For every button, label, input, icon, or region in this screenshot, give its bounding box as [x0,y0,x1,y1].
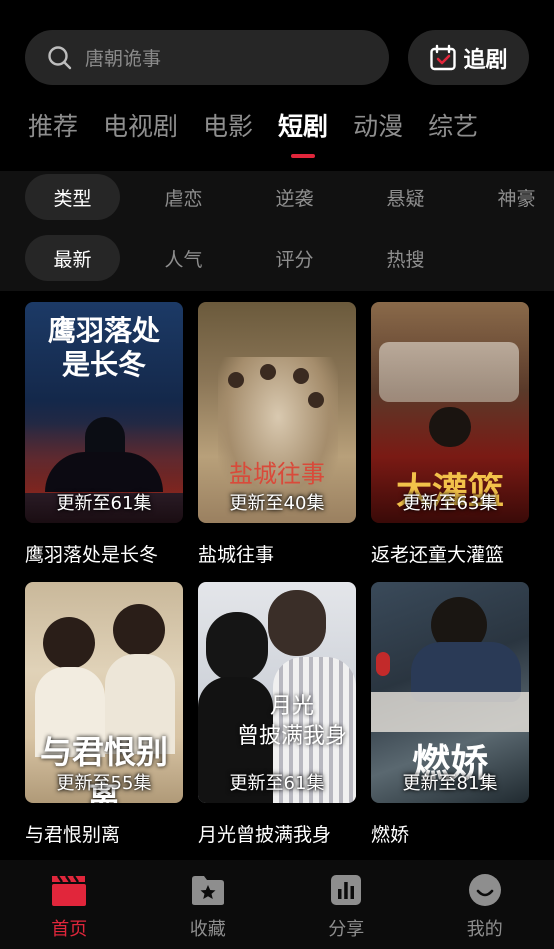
nav-share[interactable]: 分享 [277,860,416,949]
update-badge: 更新至61集 [56,493,152,514]
show-card[interactable]: 盐城往事 更新至40集 盐城往事 [198,302,356,567]
tab-tv-series[interactable]: 电视剧 [103,108,178,146]
calendar-check-icon [430,44,457,70]
nav-profile-label: 我的 [466,919,503,940]
show-poster[interactable]: 大灌篮 更新至63集 [371,302,529,523]
follow-label: 追剧 [463,47,508,73]
update-badge: 更新至40集 [229,493,325,514]
folder-star-icon [191,876,224,905]
show-poster[interactable]: 盐城往事 更新至40集 [198,302,356,523]
show-title: 燃娇 [371,824,410,846]
search-bar[interactable]: 唐朝诡事 [25,30,389,85]
category-tabs: 推荐 电视剧 电影 短剧 动漫 综艺 [28,108,503,158]
type-filter-row: 类型 虐恋 逆袭 悬疑 神豪 [25,174,554,220]
show-poster[interactable]: 鹰羽落处 是长冬 更新至61集 [25,302,183,523]
show-title: 返老还童大灌篮 [371,544,505,566]
show-poster[interactable]: 月光 曾披满我身 更新至61集 [198,582,356,803]
sort-popular[interactable]: 人气 [136,235,231,281]
show-poster[interactable]: 与君恨别离 更新至55集 [25,582,183,803]
smiley-icon [468,874,501,906]
nav-favorites[interactable]: 收藏 [139,860,278,949]
show-card[interactable]: 燃娇 更新至81集 燃娇 [371,582,529,847]
tab-movies[interactable]: 电影 [203,108,253,146]
update-badge: 更新至55集 [56,773,152,794]
poster-title: 鹰羽落处 是长冬 [47,314,160,381]
sort-filter-row: 最新 人气 评分 热搜 [25,235,469,281]
show-title: 与君恨别离 [25,824,121,846]
filter-panel: 类型 虐恋 逆袭 悬疑 神豪 最新 人气 评分 热搜 [0,171,554,291]
nav-home-label: 首页 [51,919,88,940]
filter-tycoon[interactable]: 神豪 [469,174,554,220]
show-title: 月光曾披满我身 [198,824,332,846]
tab-recommend[interactable]: 推荐 [28,108,78,146]
sort-latest[interactable]: 最新 [25,235,120,281]
filter-romance-angst[interactable]: 虐恋 [136,174,231,220]
follow-button[interactable]: 追剧 [408,30,529,85]
update-badge: 更新至63集 [402,493,498,514]
clapperboard-icon [52,875,87,906]
filter-type[interactable]: 类型 [25,174,120,220]
show-title: 盐城往事 [198,544,275,566]
bar-chart-icon [331,875,362,905]
show-card[interactable]: 月光 曾披满我身 更新至61集 月光曾披满我身 [198,582,356,847]
sort-trending[interactable]: 热搜 [358,235,453,281]
nav-share-label: 分享 [328,919,365,940]
show-card[interactable]: 大灌篮 更新至63集 返老还童大灌篮 [371,302,529,567]
sort-rating[interactable]: 评分 [247,235,342,281]
nav-home[interactable]: 首页 [0,860,139,949]
filter-suspense[interactable]: 悬疑 [358,174,453,220]
tab-anime[interactable]: 动漫 [353,108,403,146]
tab-short-drama[interactable]: 短剧 [278,108,328,158]
bottom-nav: 首页 收藏 分享 我的 [0,860,554,949]
update-badge: 更新至61集 [229,773,325,794]
show-title: 鹰羽落处是长冬 [25,544,159,566]
show-card[interactable]: 与君恨别离 更新至55集 与君恨别离 [25,582,183,847]
search-icon [48,45,72,69]
update-badge: 更新至81集 [402,773,498,794]
filter-comeback[interactable]: 逆袭 [247,174,342,220]
tab-variety[interactable]: 综艺 [428,108,478,146]
nav-profile[interactable]: 我的 [416,860,554,949]
show-poster[interactable]: 燃娇 更新至81集 [371,582,529,803]
poster-title: 盐城往事 [229,460,325,488]
nav-favorites-label: 收藏 [189,919,226,940]
search-input[interactable]: 唐朝诡事 [85,44,161,71]
poster-title: 月光 曾披满我身 [236,694,347,749]
show-card[interactable]: 鹰羽落处 是长冬 更新至61集 鹰羽落处是长冬 [25,302,183,567]
